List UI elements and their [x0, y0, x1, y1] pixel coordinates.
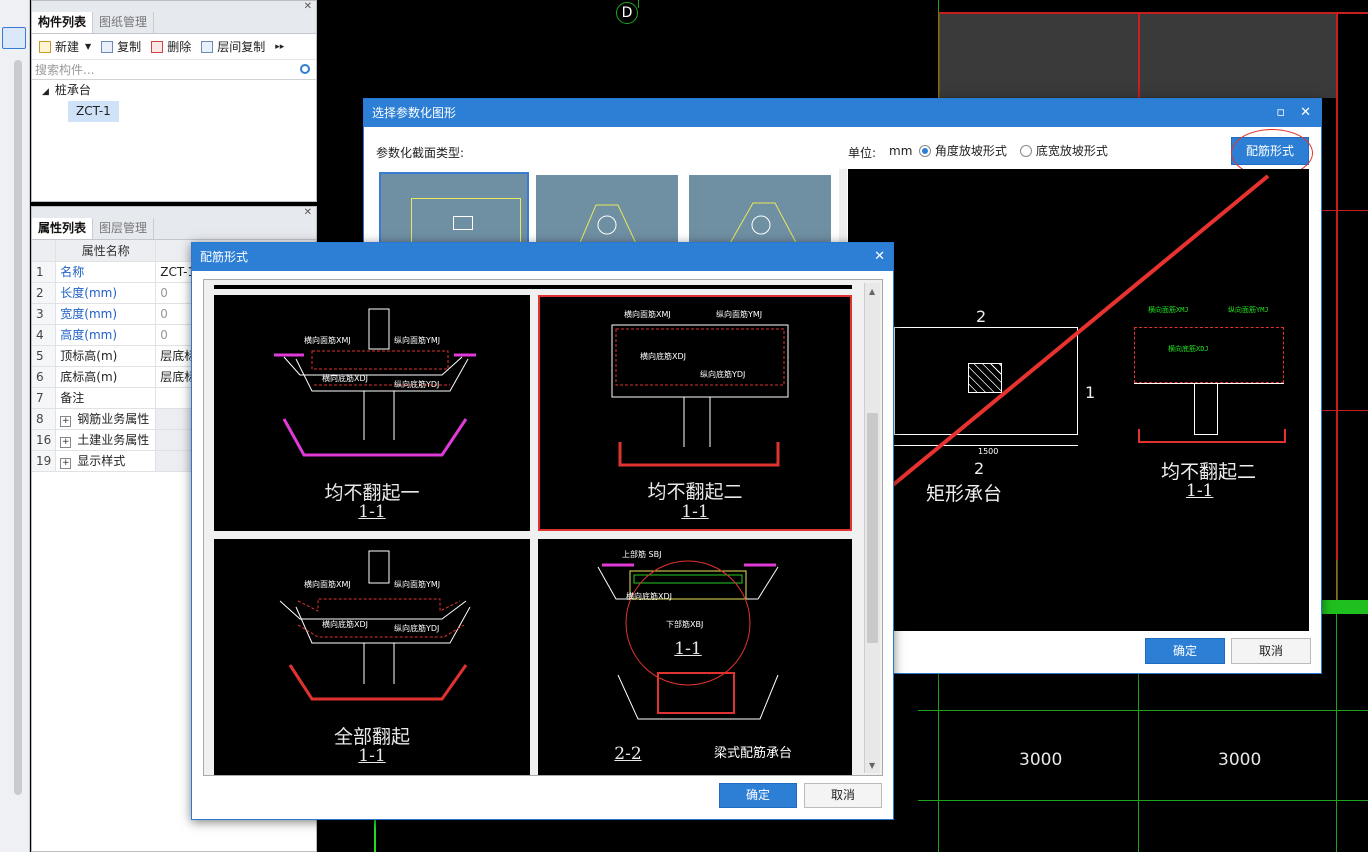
rebar-option-2[interactable]: 横向面筋XMJ 纵向面筋YMJ 横向底筋XDJ 纵向底筋YDJ 均不翻起二 1-… — [538, 295, 852, 531]
rebar-list-scrollbar[interactable]: ▲ ▼ — [864, 283, 880, 773]
beam-rebar-caption: 梁式配筋承台 — [714, 746, 793, 761]
cancel-button[interactable]: 取消 — [804, 783, 882, 808]
scroll-thumb[interactable] — [867, 413, 878, 643]
scroll-up-icon[interactable]: ▲ — [869, 287, 875, 296]
rebar-form-dialog: 配筋形式 ✕ 横向面筋XMJ 纵向面筋YMJ 横向底筋XDJ 纵向底筋YDJ 均 — [191, 242, 894, 820]
scroll-down-icon[interactable]: ▼ — [869, 761, 875, 770]
rebar-option-4[interactable]: 上部筋 SBJ 横向底筋XDJ 下部筋XBJ 1-1 2-2 梁式配筋承台 — [538, 539, 852, 775]
rebar-option-list: 横向面筋XMJ 纵向面筋YMJ 横向底筋XDJ 纵向底筋YDJ 均不翻起一 1-… — [203, 279, 883, 776]
ok-button[interactable]: 确定 — [719, 783, 797, 808]
rebar-option-1[interactable]: 横向面筋XMJ 纵向面筋YMJ 横向底筋XDJ 纵向底筋YDJ 均不翻起一 1-… — [214, 295, 530, 531]
dialog-title-bar[interactable]: 配筋形式 ✕ — [192, 243, 893, 271]
close-icon[interactable]: ✕ — [874, 243, 885, 271]
rebar-option-3[interactable]: 横向面筋XMJ 纵向面筋YMJ 横向底筋XDJ 纵向底筋YDJ 全部翻起 1-1 — [214, 539, 530, 775]
